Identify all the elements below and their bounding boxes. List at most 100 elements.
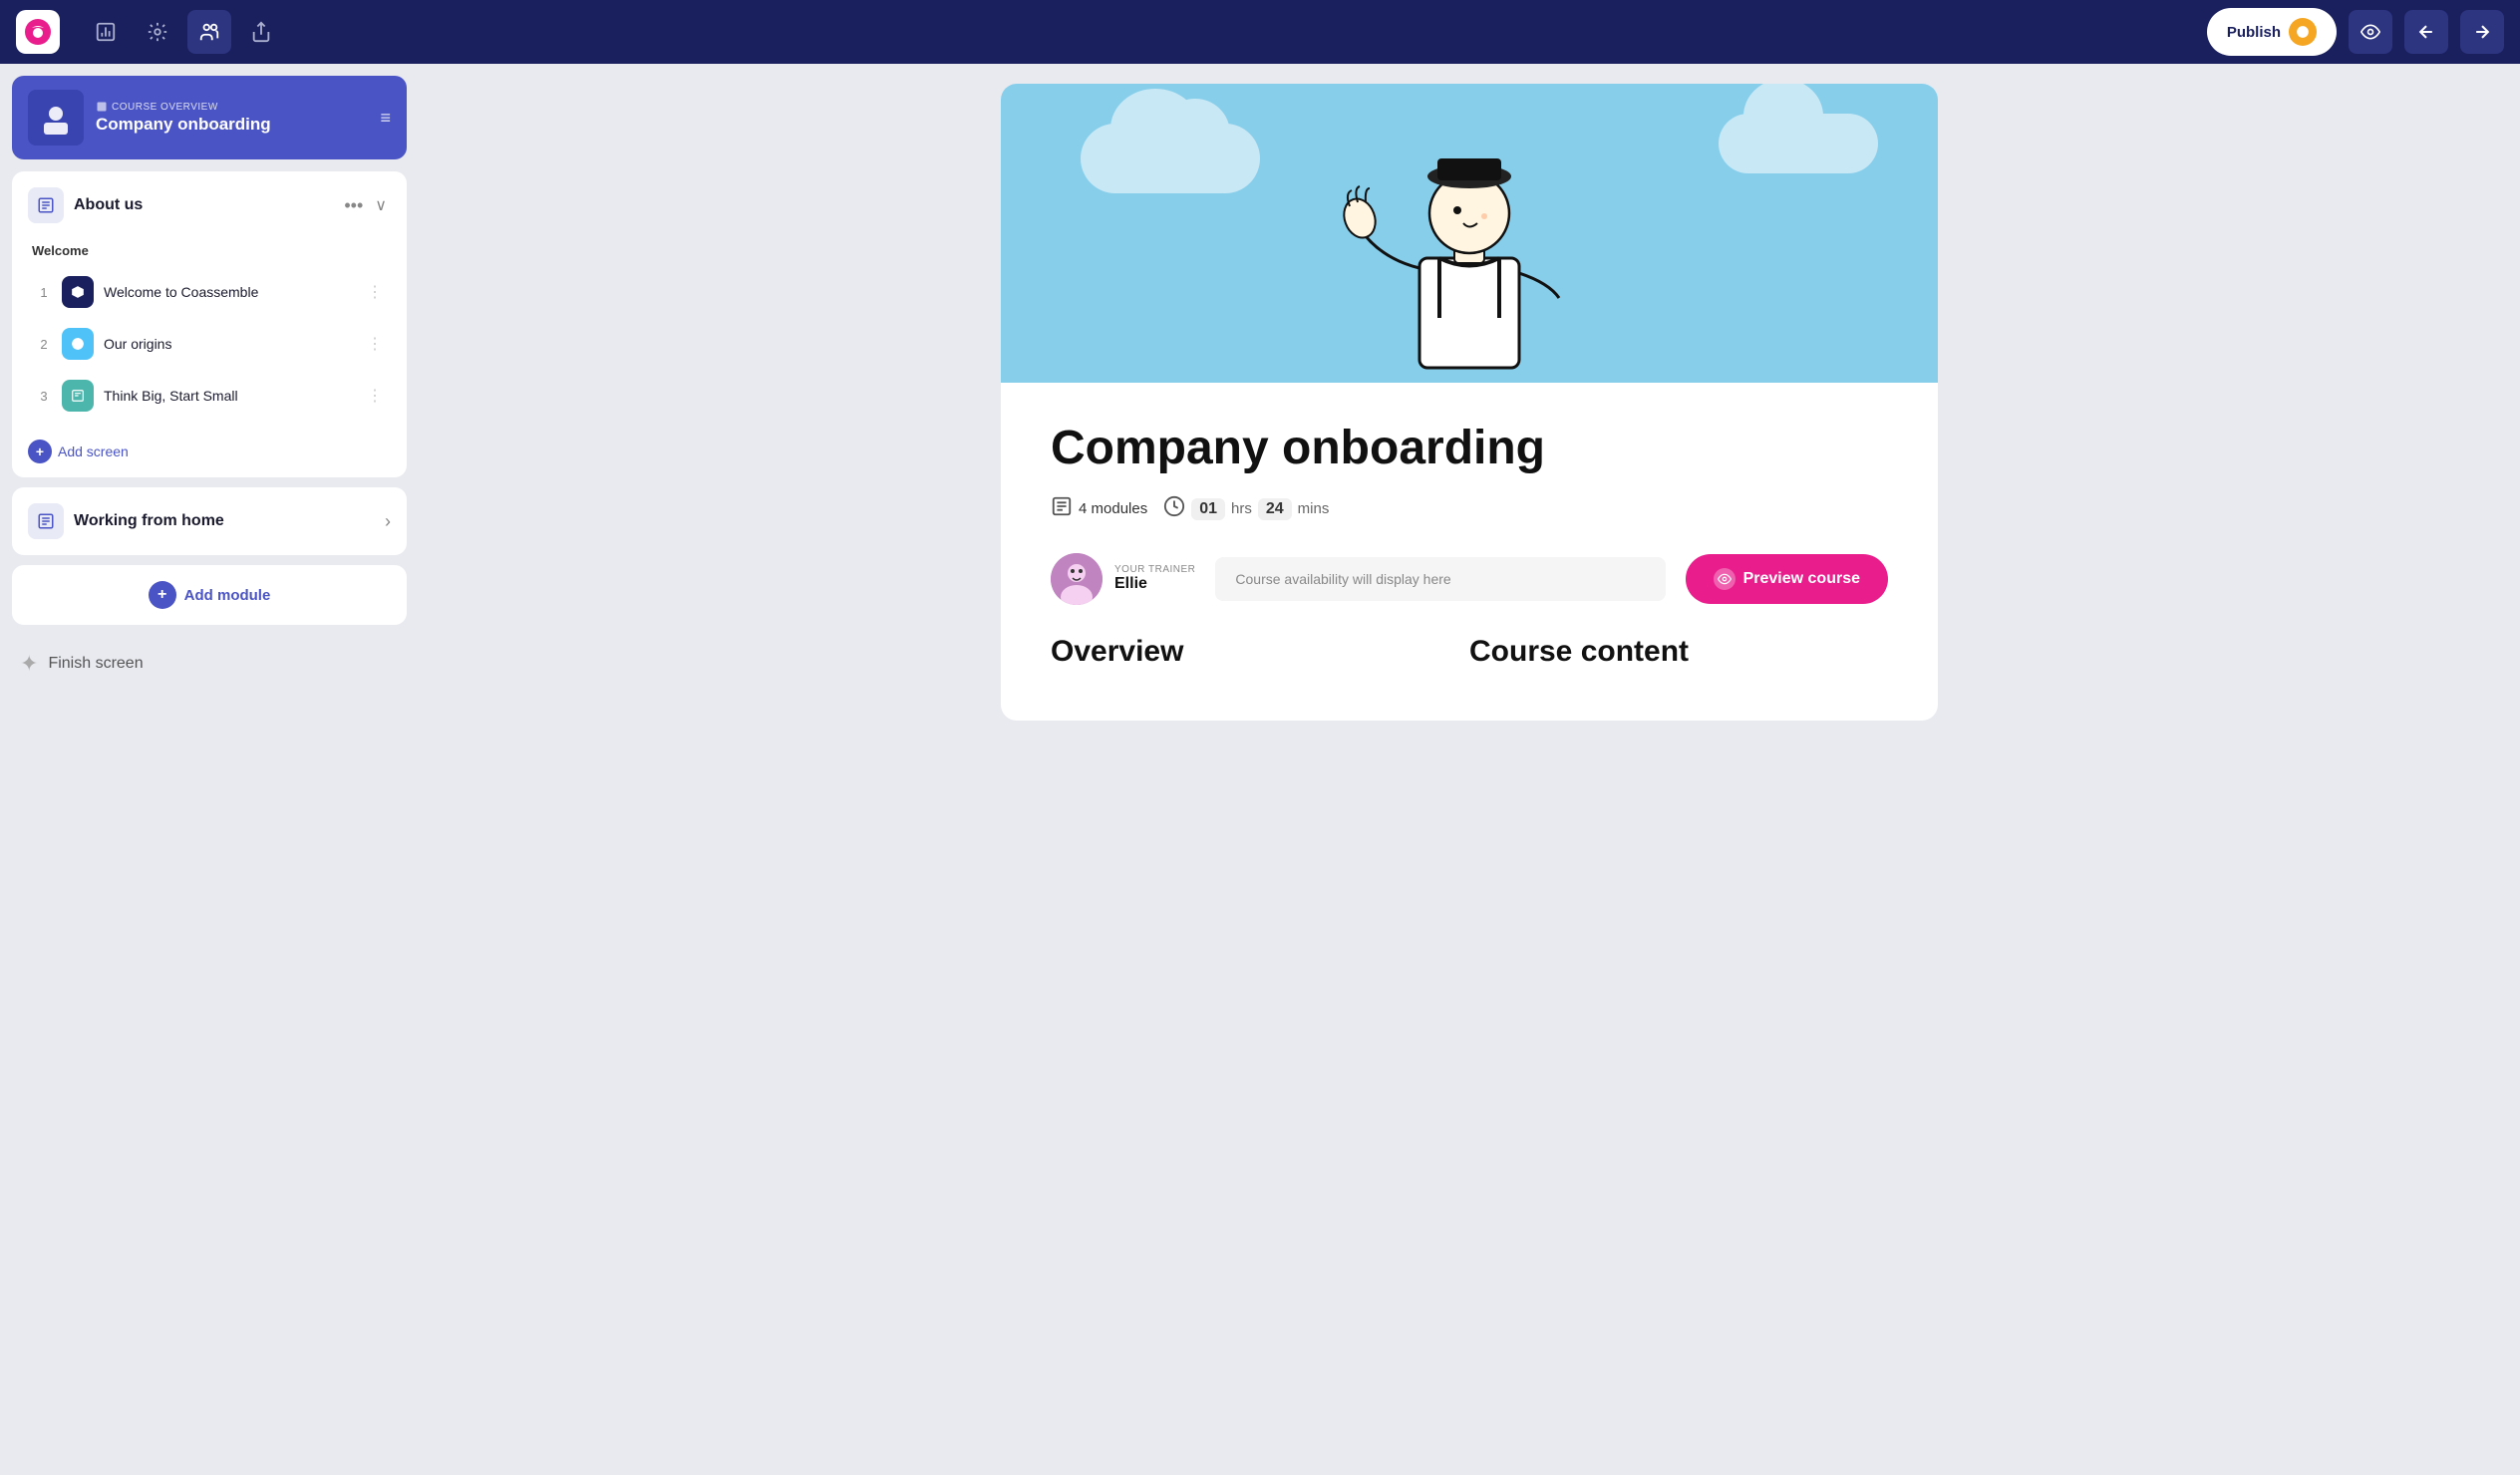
preview-course-label: Preview course [1743, 570, 1860, 588]
lesson-group-welcome: Welcome 1 Welcome to Coassemble ⋮ 2 [12, 243, 407, 430]
lesson-item-3[interactable]: 3 Think Big, Start Small ⋮ [28, 370, 391, 422]
add-module-label: Add module [184, 587, 271, 604]
overview-section: Overview [1051, 635, 1469, 681]
main-layout: COURSE OVERVIEW Company onboarding ≡ Abo… [0, 64, 2520, 1475]
lesson-title-3: Think Big, Start Small [104, 388, 357, 404]
lesson-dots-3[interactable]: ⋮ [367, 386, 383, 406]
clock-icon [1163, 495, 1185, 523]
preview-icon-btn[interactable] [2349, 10, 2392, 54]
lesson-title-2: Our origins [104, 336, 357, 352]
lesson-icon-3 [62, 380, 94, 412]
forward-nav-btn[interactable] [2460, 10, 2504, 54]
back-nav-btn[interactable] [2404, 10, 2448, 54]
eye-icon [2361, 22, 2380, 42]
topbar-right: Publish [2207, 8, 2504, 56]
lesson-num-2: 2 [36, 337, 52, 352]
availability-box: Course availability will display here [1215, 557, 1665, 601]
share-icon [250, 21, 272, 43]
analytics-icon-btn[interactable] [84, 10, 128, 54]
modules-meta: 4 modules [1051, 495, 1147, 523]
arrow-left-icon [2416, 22, 2436, 42]
module-wfh-icon [28, 503, 64, 539]
course-content-section: Course content [1469, 635, 1888, 681]
overview-title: Overview [1051, 635, 1469, 669]
lesson-item-2[interactable]: 2 Our origins ⋮ [28, 318, 391, 370]
lesson-num-3: 3 [36, 389, 52, 404]
preview-course-button[interactable]: Preview course [1686, 554, 1888, 604]
logo[interactable] [16, 10, 60, 54]
topbar-nav-icons [84, 10, 283, 54]
publish-label: Publish [2227, 24, 2281, 41]
bottom-sections: Overview Course content [1001, 635, 1938, 721]
lesson-group-label: Welcome [28, 243, 391, 258]
course-overview-label: COURSE OVERVIEW [96, 101, 368, 113]
team-icon-btn[interactable] [187, 10, 231, 54]
cloud-right [1719, 114, 1878, 173]
sidebar: COURSE OVERVIEW Company onboarding ≡ Abo… [0, 64, 419, 1475]
mins-label: mins [1298, 500, 1330, 517]
lesson-icon-2 [62, 328, 94, 360]
finish-screen-icon: ✦ [20, 651, 38, 677]
settings-icon [147, 21, 168, 43]
trainer-label: YOUR TRAINER [1114, 564, 1195, 575]
module-working-from-home[interactable]: Working from home › [12, 487, 407, 555]
module-about-us-header[interactable]: About us ••• ∨ [12, 171, 407, 239]
add-module-plus-icon: + [149, 581, 176, 609]
cloud-left [1081, 124, 1260, 193]
module-about-us: About us ••• ∨ Welcome 1 Welcome to Coas… [12, 171, 407, 477]
hours-value: 01 [1191, 498, 1225, 520]
lesson-icon-1 [62, 276, 94, 308]
hero-illustration [1001, 84, 1938, 383]
share-icon-btn[interactable] [239, 10, 283, 54]
modules-count: 4 modules [1079, 500, 1147, 517]
duration-meta: 01 hrs 24 mins [1163, 495, 1329, 523]
module-about-us-icon [28, 187, 64, 223]
add-screen-label: Add screen [58, 443, 129, 459]
character-illustration [1330, 119, 1609, 383]
module-about-us-title: About us [74, 196, 330, 214]
course-info: Company onboarding 4 modules [1001, 383, 1938, 635]
add-module-btn[interactable]: + Add module [12, 565, 407, 625]
add-screen-plus-icon: + [28, 440, 52, 463]
publish-coin-icon [2289, 18, 2317, 46]
trainer-info: YOUR TRAINER Ellie [1051, 553, 1195, 605]
course-meta: 4 modules 01 hrs 24 mins [1051, 495, 1888, 523]
course-header-card[interactable]: COURSE OVERVIEW Company onboarding ≡ [12, 76, 407, 159]
course-content-title: Course content [1469, 635, 1888, 669]
trainer-avatar [1051, 553, 1102, 605]
settings-icon-btn[interactable] [136, 10, 179, 54]
topbar: Publish [0, 0, 2520, 64]
preview-eye-circle-icon [1714, 568, 1735, 590]
add-screen-btn[interactable]: + Add screen [12, 430, 407, 477]
sidebar-course-title: Company onboarding [96, 115, 368, 135]
arrow-right-icon [2472, 22, 2492, 42]
course-thumbnail [28, 90, 84, 146]
availability-text: Course availability will display here [1235, 571, 1450, 587]
module-about-us-dots-btn[interactable]: ••• [340, 191, 367, 220]
course-title: Company onboarding [1051, 423, 1888, 475]
module-about-us-actions: ••• ∨ [340, 191, 391, 220]
team-icon [198, 21, 220, 43]
module-about-us-chevron-btn[interactable]: ∨ [371, 191, 391, 219]
sidebar-menu-btn[interactable]: ≡ [380, 108, 391, 129]
lesson-dots-1[interactable]: ⋮ [367, 282, 383, 302]
lesson-dots-2[interactable]: ⋮ [367, 334, 383, 354]
lesson-num-1: 1 [36, 285, 52, 300]
trainer-name: Ellie [1114, 575, 1195, 593]
preview-card: Company onboarding 4 modules [1001, 84, 1938, 721]
module-wfh-chevron-icon: › [385, 511, 391, 532]
lesson-item-1[interactable]: 1 Welcome to Coassemble ⋮ [28, 266, 391, 318]
finish-screen-item[interactable]: ✦ Finish screen [12, 635, 407, 693]
content-area: Company onboarding 4 modules [419, 64, 2520, 1475]
mins-value: 24 [1258, 498, 1292, 520]
analytics-icon [95, 21, 117, 43]
module-wfh-title: Working from home [74, 512, 375, 530]
lesson-title-1: Welcome to Coassemble [104, 284, 357, 300]
hrs-label: hrs [1231, 500, 1252, 517]
course-header-info: COURSE OVERVIEW Company onboarding [96, 101, 368, 135]
publish-button[interactable]: Publish [2207, 8, 2337, 56]
trainer-text: YOUR TRAINER Ellie [1114, 564, 1195, 593]
finish-screen-label: Finish screen [48, 655, 143, 673]
trainer-row: YOUR TRAINER Ellie Course availability w… [1051, 553, 1888, 605]
modules-icon [1051, 495, 1073, 523]
